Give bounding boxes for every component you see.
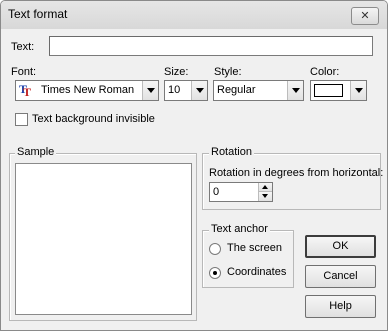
rotation-spinner[interactable]: 0 (209, 182, 273, 202)
style-label: Style: (214, 66, 242, 78)
spin-down-icon[interactable] (258, 192, 272, 201)
size-select[interactable]: 10 (164, 80, 208, 101)
text-input[interactable] (49, 36, 373, 56)
anchor-screen-label[interactable]: The screen (227, 242, 282, 254)
help-button[interactable]: Help (305, 295, 376, 318)
font-select[interactable]: TT Times New Roman (15, 80, 159, 101)
color-swatch (314, 84, 343, 97)
text-anchor-group-title: Text anchor (209, 223, 270, 235)
color-label: Color: (310, 66, 340, 78)
style-select-value: Regular (217, 84, 256, 96)
anchor-coordinates-radio[interactable] (209, 267, 221, 279)
text-background-invisible-label[interactable]: Text background invisible (32, 113, 155, 125)
chevron-down-icon[interactable] (350, 81, 366, 100)
text-label: Text: (11, 41, 35, 53)
text-background-invisible-checkbox[interactable] (15, 113, 28, 126)
close-icon: ✕ (360, 10, 370, 22)
text-format-dialog: Text format ✕ Text: Font: Size: Style: C… (0, 0, 388, 331)
truetype-font-icon: TT (19, 82, 32, 99)
rotation-value: 0 (213, 186, 220, 198)
style-select[interactable]: Regular (213, 80, 304, 101)
sample-group-title: Sample (15, 146, 57, 158)
sample-preview (15, 163, 192, 315)
font-label: Font: (11, 66, 37, 78)
title-bar: Text format ✕ (1, 1, 387, 29)
rotation-label: Rotation in degrees from horizontal: (209, 167, 384, 179)
anchor-coordinates-label[interactable]: Coordinates (227, 266, 286, 278)
color-select[interactable] (310, 80, 367, 101)
text-anchor-group (202, 230, 294, 288)
cancel-button[interactable]: Cancel (305, 265, 376, 288)
anchor-screen-radio[interactable] (209, 243, 221, 255)
dialog-title: Text format (8, 7, 68, 21)
chevron-down-icon[interactable] (191, 81, 207, 100)
font-select-value: Times New Roman (41, 84, 135, 96)
size-label: Size: (164, 66, 189, 78)
spin-up-icon[interactable] (258, 183, 272, 192)
chevron-down-icon[interactable] (142, 81, 158, 100)
size-select-value: 10 (168, 84, 181, 96)
close-button[interactable]: ✕ (351, 7, 379, 25)
chevron-down-icon[interactable] (287, 81, 303, 100)
ok-button[interactable]: OK (305, 235, 376, 258)
rotation-group-title: Rotation (209, 146, 254, 158)
